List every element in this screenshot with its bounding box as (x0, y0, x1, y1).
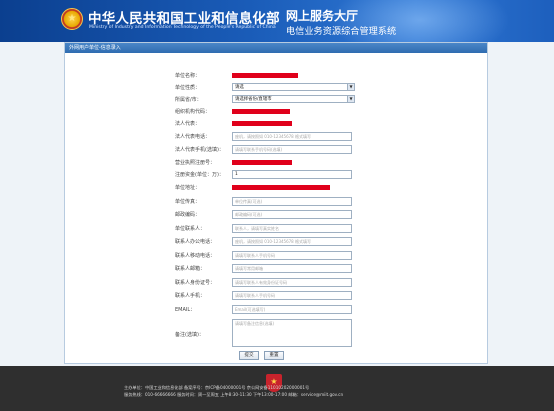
province-select[interactable]: 请选择省份/直辖市 ▼ (232, 95, 355, 103)
placeholder: Email(可选填写) (235, 307, 266, 312)
select-value: 请选择省份/直辖市 (235, 97, 272, 102)
form-row: 注册资金(单位：万)： 1 (65, 170, 489, 180)
form-row: 法人代表： (65, 119, 489, 129)
form-row: 营业执照注册号： (65, 158, 489, 168)
form-row: 联系人移动电话： 请填写联系人手机号码 (65, 251, 489, 261)
redacted-value (232, 109, 290, 114)
email-input[interactable]: Email(可选填写) (232, 305, 352, 314)
reset-button[interactable]: 重置 (264, 351, 284, 360)
contact-office-phone-input[interactable]: 座机，请按照如 010-12345678 格式填写 (232, 237, 352, 246)
contact-id-input[interactable]: 请填写联系人有效身份证号码 (232, 278, 352, 287)
contact-mobile-input[interactable]: 请填写联系人手机号码 (232, 251, 352, 260)
national-emblem-icon: ★ (61, 8, 83, 30)
form-row: 所属省/市： 请选择省份/直辖市 ▼ (65, 95, 489, 105)
form-row: 组织机构代码： (65, 107, 489, 117)
placeholder: 请填写联系人有效身份证号码 (235, 280, 287, 285)
field-label: 邮政编码： (175, 212, 201, 218)
placeholder: 联系人，请填写真实姓名 (235, 226, 279, 231)
form-title: 外网用户单位-信息录入 (69, 45, 121, 51)
form-row: 单位名称： (65, 71, 489, 81)
form-row: 单位性质： 请选 ▼ (65, 83, 489, 93)
field-label: 联系人邮箱： (175, 266, 206, 272)
form-row: 联系人手机： 请填写联系人手机号码 (65, 291, 489, 301)
redacted-value (232, 121, 292, 126)
fax-input[interactable]: 单位传真(可选) (232, 197, 352, 206)
field-label: 联系人办公电话： (175, 239, 216, 245)
field-label: 单位联系人： (175, 226, 206, 232)
placeholder: 请填写备注信息(选填) (235, 321, 275, 326)
submit-button[interactable]: 提交 (239, 351, 259, 360)
field-label: 法人代表电话： (175, 134, 211, 140)
field-label: EMAIL： (175, 307, 196, 313)
field-label: 营业执照注册号： (175, 160, 216, 166)
field-label: 法人代表： (175, 121, 201, 127)
form-row: EMAIL： Email(可选填写) (65, 305, 489, 315)
placeholder: 请填写联系人手机号码 (235, 293, 275, 298)
field-label: 单位性质： (175, 85, 201, 91)
placeholder: 请填写联系人手机号码 (235, 253, 275, 258)
form-row: 单位地址： (65, 183, 489, 193)
registration-form: 外网用户单位-信息录入 单位名称： 单位性质： 请选 ▼ 所属省/市： 请选择省… (64, 42, 488, 364)
field-label: 单位传真： (175, 199, 201, 205)
contact-email-input[interactable]: 请填写常用邮箱 (232, 264, 352, 273)
select-value: 请选 (235, 85, 244, 90)
postal-code-input[interactable]: 邮政编码(可选) (232, 210, 352, 219)
placeholder: 请填写联系手机号码(选填) (235, 147, 283, 152)
field-label: 法人代表手机(选填)： (175, 147, 224, 153)
footer-line-1: 主办单位：中国工业和信息化部 备案序号：京ICP备04000001号 京公网安备… (124, 385, 310, 390)
form-row: 法人代表电话： 座机，请按照如 010-12345678 格式填写 (65, 132, 489, 142)
form-row: 备注(选填)： 请填写备注信息(选填) (65, 319, 489, 347)
placeholder: 座机，请按照如 010-12345678 格式填写 (235, 239, 311, 244)
ministry-name: 中华人民共和国工业和信息化部 (88, 11, 280, 27)
page: ★ 中华人民共和国工业和信息化部 Ministry of Industry an… (0, 0, 554, 411)
hall-title: 网上服务大厅 (286, 9, 359, 23)
form-row: 法人代表手机(选填)： 请填写联系手机号码(选填) (65, 145, 489, 155)
remarks-textarea[interactable]: 请填写备注信息(选填) (232, 319, 352, 347)
legal-rep-mobile-input[interactable]: 请填写联系手机号码(选填) (232, 145, 352, 154)
contact-name-input[interactable]: 联系人，请填写真实姓名 (232, 224, 352, 233)
form-row: 单位传真： 单位传真(可选) (65, 197, 489, 207)
field-label: 单位地址： (175, 185, 201, 191)
unit-type-select[interactable]: 请选 ▼ (232, 83, 355, 91)
chevron-down-icon[interactable]: ▼ (347, 96, 354, 102)
field-label: 组织机构代码： (175, 109, 211, 115)
placeholder: 邮政编码(可选) (235, 212, 263, 217)
input-value: 1 (235, 172, 238, 177)
field-label: 备注(选填)： (175, 332, 204, 338)
form-row: 联系人身份证号： 请填写联系人有效身份证号码 (65, 278, 489, 288)
chevron-down-icon[interactable]: ▼ (347, 84, 354, 90)
placeholder: 请填写常用邮箱 (235, 266, 263, 271)
form-row: 单位联系人： 联系人，请填写真实姓名 (65, 224, 489, 234)
ministry-name-en: Ministry of Industry and Information Tec… (89, 25, 276, 30)
contact-phone-input[interactable]: 请填写联系人手机号码 (232, 291, 352, 300)
form-row: 邮政编码： 邮政编码(可选) (65, 210, 489, 220)
placeholder: 单位传真(可选) (235, 199, 263, 204)
footer-line-2: 服务热线：010-66666666 服务时间：周一至周五 上午8:30-11:3… (124, 392, 344, 397)
field-label: 联系人移动电话： (175, 253, 216, 259)
field-label: 注册资金(单位：万)： (175, 172, 224, 178)
field-label: 所属省/市： (175, 97, 202, 103)
redacted-value (232, 185, 330, 190)
redacted-value (232, 73, 298, 78)
hall-subtitle: 电信业务资源综合管理系统 (286, 26, 397, 37)
form-row: 联系人办公电话： 座机，请按照如 010-12345678 格式填写 (65, 237, 489, 247)
field-label: 单位名称： (175, 73, 201, 79)
site-footer: ★ 主办单位：中国工业和信息化部 备案序号：京ICP备04000001号 京公网… (0, 366, 554, 411)
form-title-bar: 外网用户单位-信息录入 (65, 43, 487, 53)
form-row: 联系人邮箱： 请填写常用邮箱 (65, 264, 489, 274)
field-label: 联系人手机： (175, 293, 206, 299)
site-header: ★ 中华人民共和国工业和信息化部 Ministry of Industry an… (0, 0, 554, 42)
legal-rep-phone-input[interactable]: 座机，请按照如 010-12345678 格式填写 (232, 132, 352, 141)
redacted-value (232, 160, 292, 165)
registered-capital-input[interactable]: 1 (232, 170, 352, 179)
placeholder: 座机，请按照如 010-12345678 格式填写 (235, 134, 311, 139)
field-label: 联系人身份证号： (175, 280, 216, 286)
